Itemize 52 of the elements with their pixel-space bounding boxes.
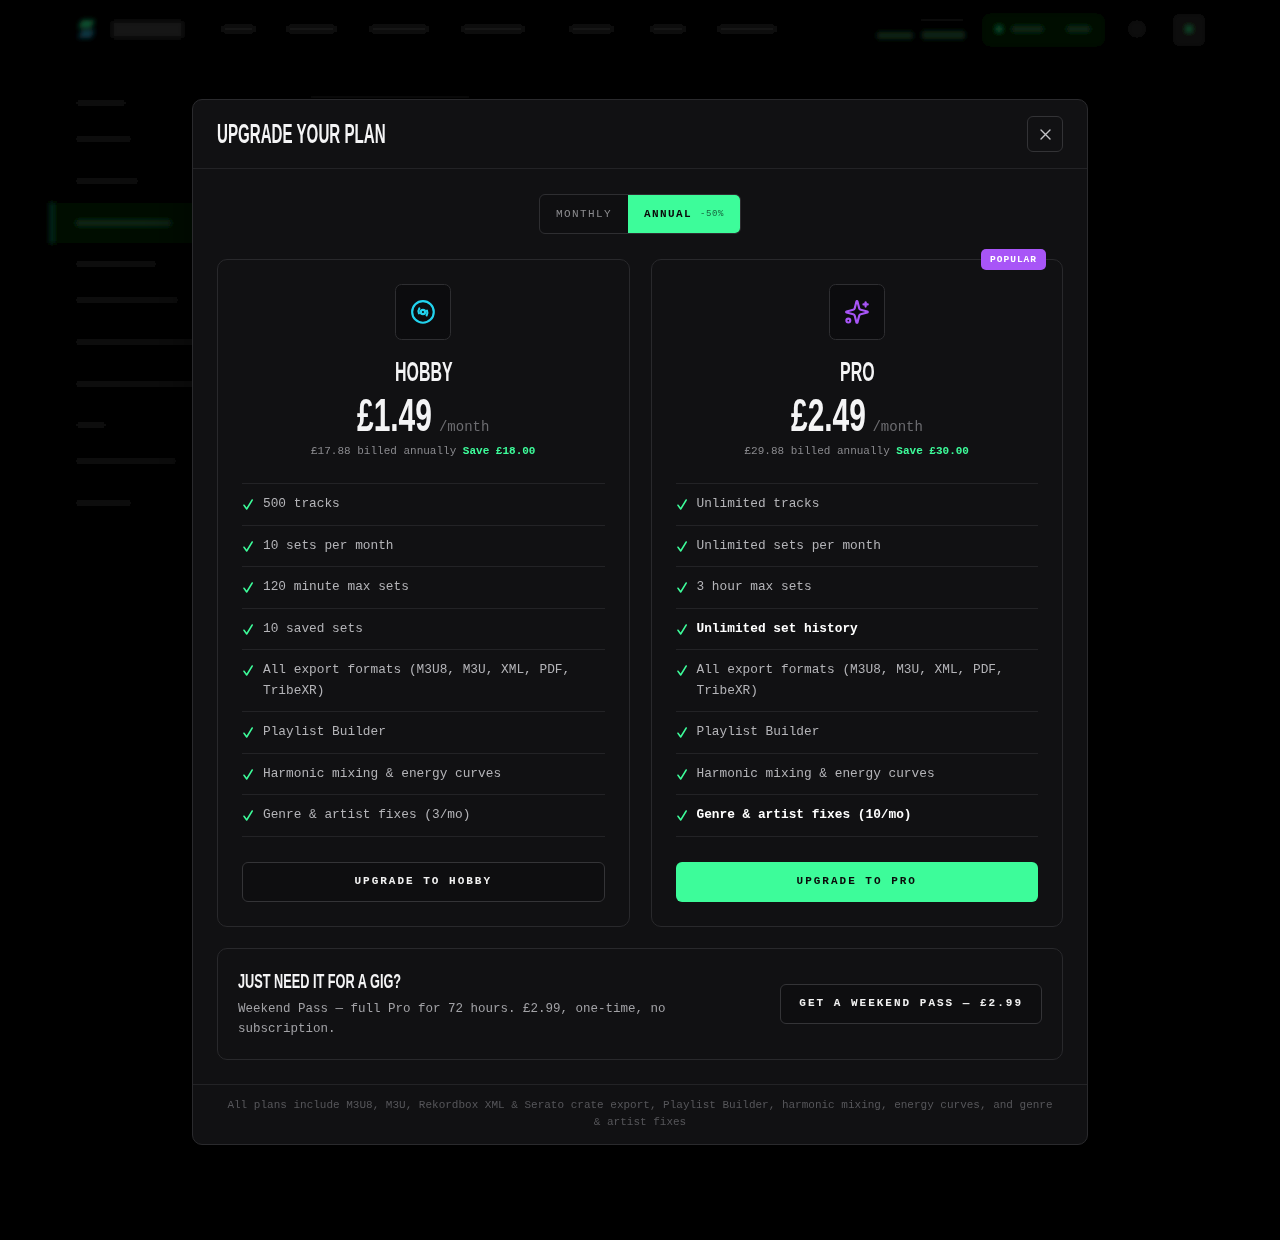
- check-icon: [243, 623, 253, 635]
- feature-text: Playlist Builder: [696, 723, 820, 741]
- plan-price: £1.49: [357, 392, 432, 438]
- close-button[interactable]: [1027, 116, 1063, 152]
- check-icon: [676, 810, 687, 821]
- weekend-pass-title: JUST NEED IT FOR A GIG?: [238, 968, 402, 993]
- check-icon: [676, 582, 687, 593]
- feature-text: Genre & artist fixes (10/mo): [696, 806, 912, 824]
- check-icon: [243, 582, 253, 593]
- feature-text: All export formats (M3U8, M3U, XML, PDF, TribeXR): [696, 661, 1005, 700]
- check-icon: [676, 540, 687, 552]
- billing-tab[interactable]: MONTHLY: [539, 195, 628, 233]
- feature-text: 3 hour max sets: [696, 578, 812, 596]
- plans-footnote: All plans include M3U8, M3U, Rekordbox XML & Serato crate export, Playlist Builder, harmonic mixing, energy curves, and genre & artist fixes: [193, 1083, 1087, 1144]
- feature-text: Unlimited tracks: [696, 495, 820, 513]
- feature-text: 10 sets per month: [263, 536, 394, 555]
- check-icon: [676, 665, 687, 676]
- feature-text: Harmonic mixing & energy curves: [263, 764, 502, 783]
- feature-text: 500 tracks: [263, 495, 340, 513]
- check-icon: [243, 727, 253, 738]
- feature-text: Unlimited sets per month: [696, 536, 881, 555]
- check-icon: [676, 727, 687, 738]
- upgrade-button[interactable]: UPGRADE TO HOBBY: [242, 861, 605, 902]
- weekend-pass-description: Weekend Pass — full Pro for 72 hours. £2.99, one-time, no subscription.: [238, 1000, 667, 1038]
- plan-badge: POPULAR: [981, 249, 1046, 270]
- modal-title: UPGRADE YOUR PLAN: [217, 119, 386, 149]
- plan-price: £2.49: [790, 392, 866, 438]
- price-period: /month: [872, 420, 923, 434]
- check-icon: [676, 623, 687, 635]
- billing-tab[interactable]: ANNUAL -50%: [628, 195, 740, 233]
- check-icon: [676, 499, 687, 510]
- check-icon: [243, 665, 253, 676]
- weekend-pass-button[interactable]: GET A WEEKEND PASS — £2.99: [780, 983, 1042, 1024]
- upgrade-button[interactable]: UPGRADE TO PRO: [675, 861, 1038, 902]
- plan-name: PRO: [839, 358, 875, 386]
- billing-note: £29.88 billed annually Save £30.00: [744, 444, 969, 459]
- feature-text: Unlimited set history: [696, 619, 858, 638]
- check-icon: [243, 810, 253, 821]
- feature-text: Playlist Builder: [263, 723, 386, 741]
- check-icon: [243, 540, 253, 552]
- check-icon: [243, 768, 253, 780]
- price-period: /month: [438, 420, 490, 434]
- feature-text: Genre & artist fixes (3/mo): [263, 806, 471, 824]
- plan-name: HOBBY: [394, 358, 453, 386]
- check-icon: [676, 768, 687, 780]
- feature-text: 10 saved sets: [263, 619, 363, 638]
- close-icon: [1039, 128, 1051, 140]
- billing-note: £17.88 billed annually Save £18.00: [311, 444, 536, 459]
- check-icon: [243, 499, 253, 510]
- feature-text: Harmonic mixing & energy curves: [696, 764, 935, 783]
- feature-text: All export formats (M3U8, M3U, XML, PDF, TribeXR): [263, 661, 572, 700]
- feature-text: 120 minute max sets: [263, 578, 409, 596]
